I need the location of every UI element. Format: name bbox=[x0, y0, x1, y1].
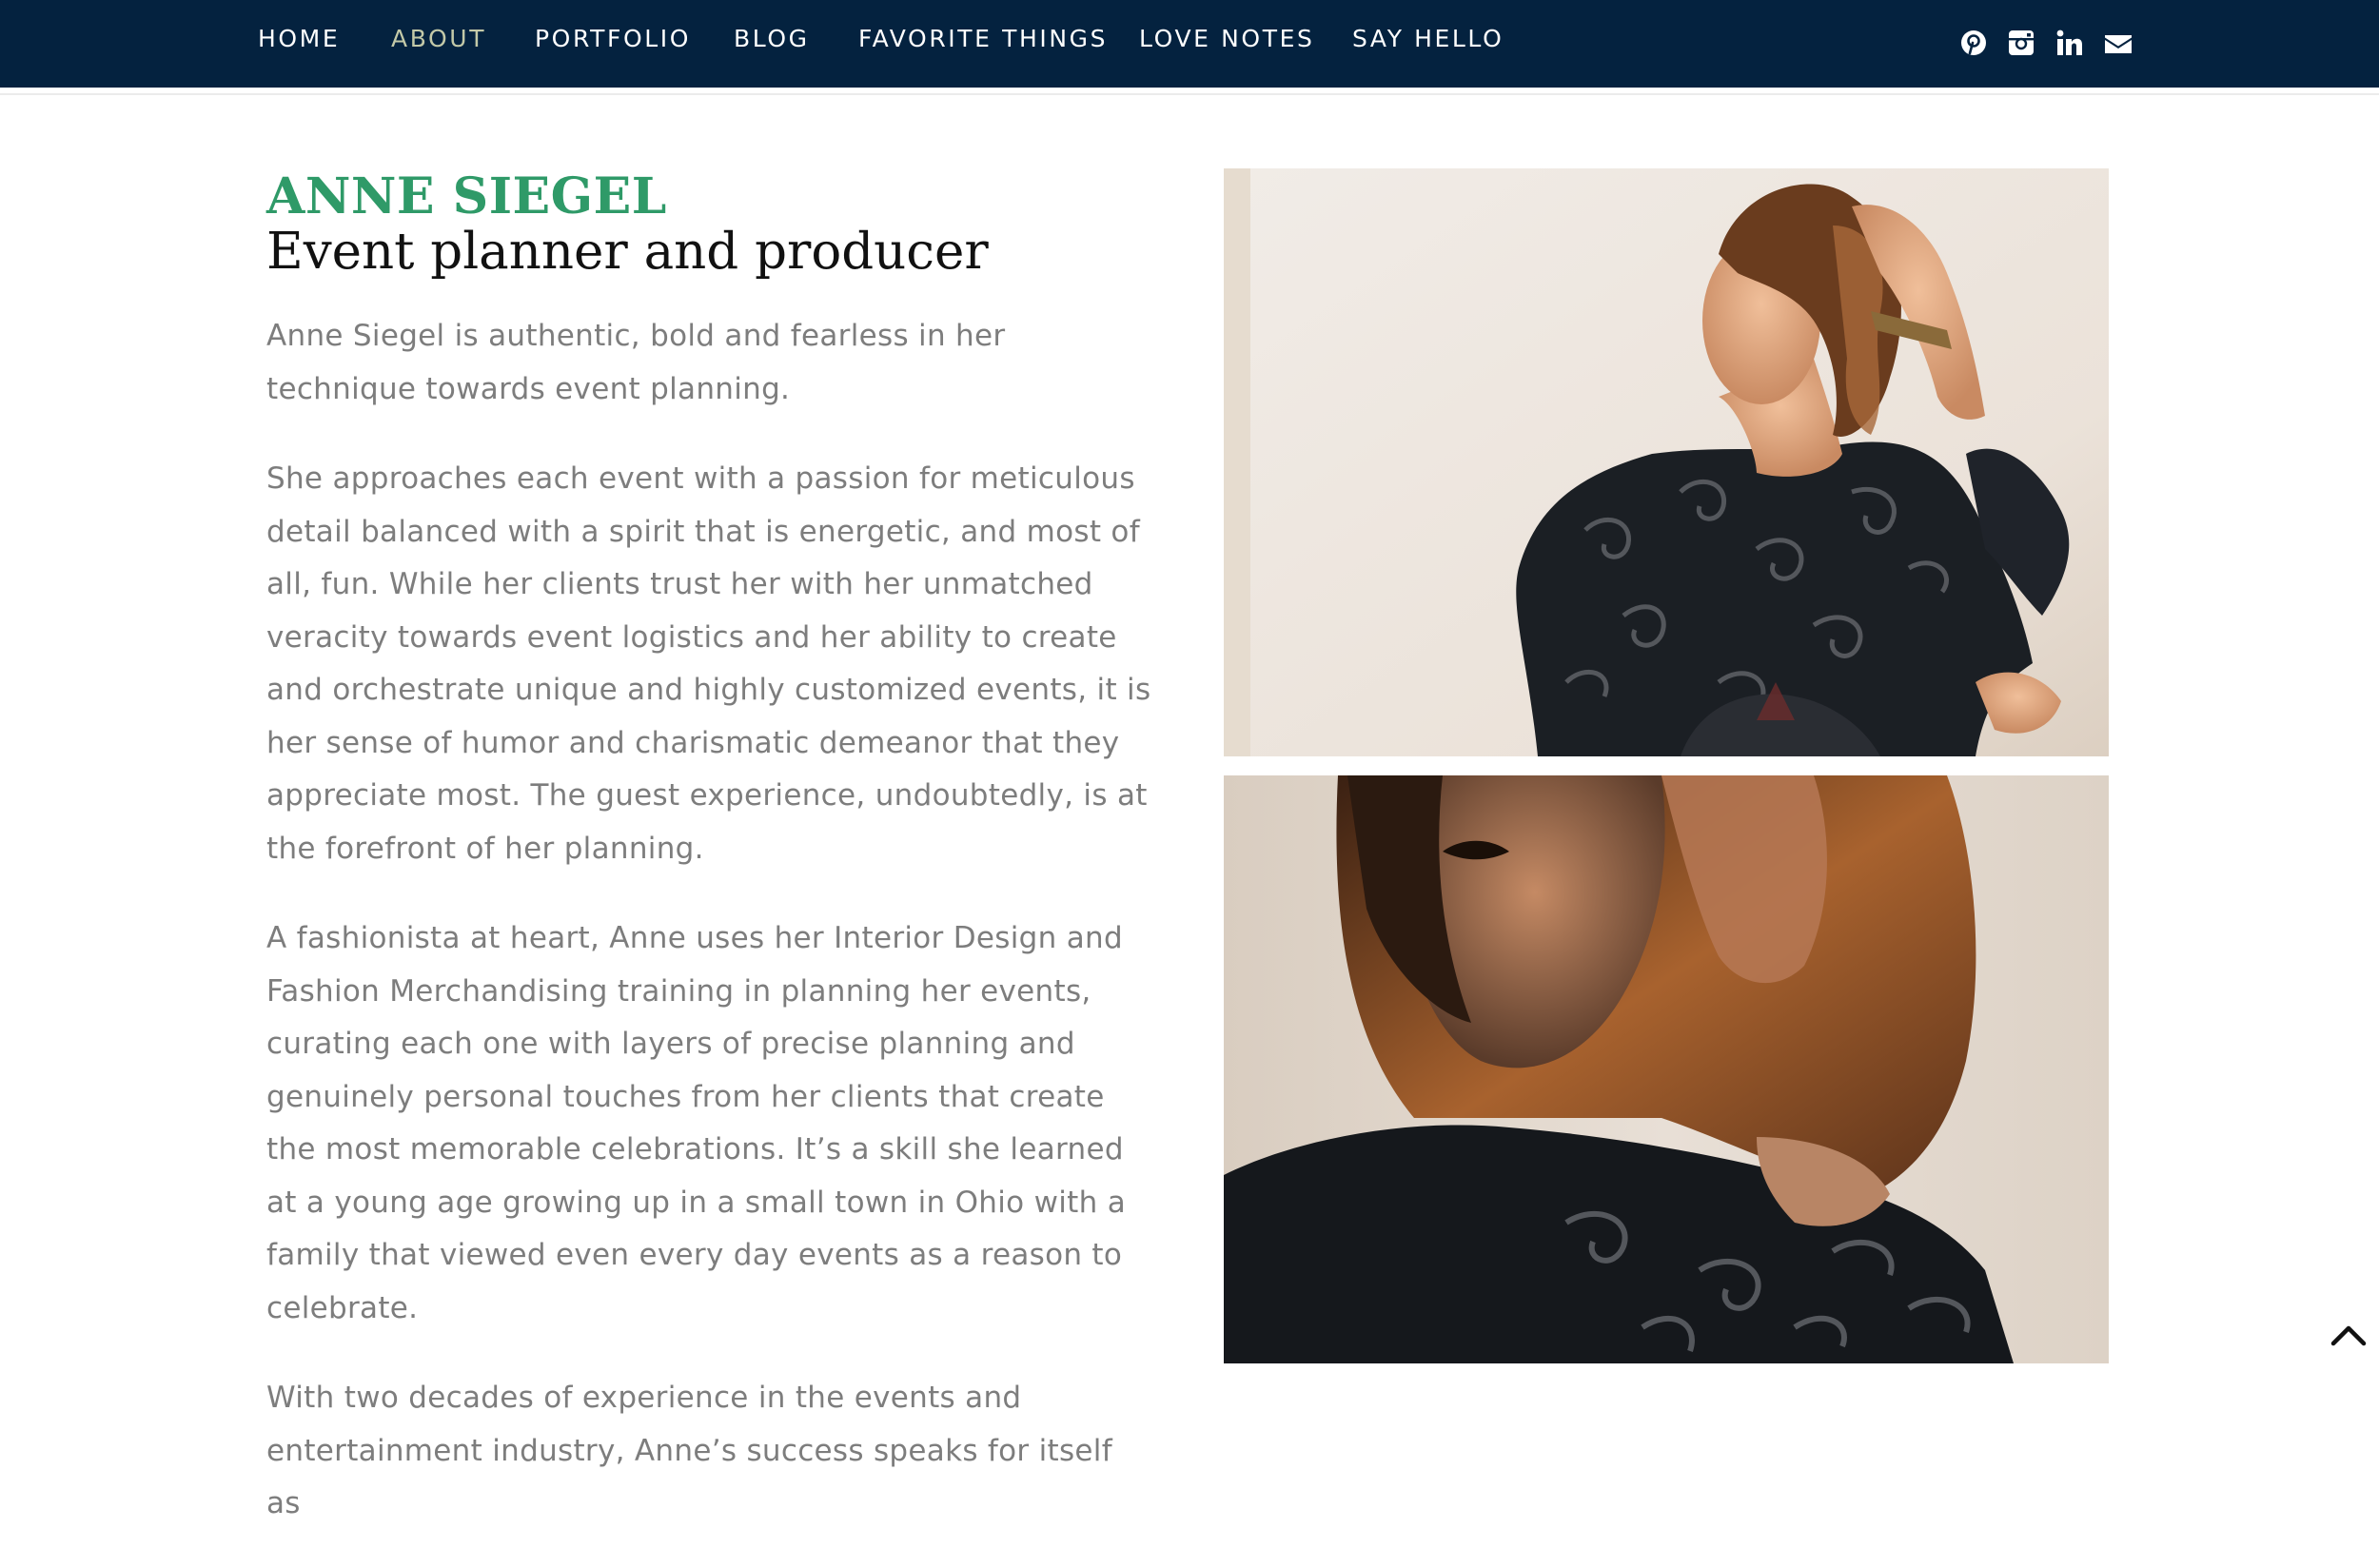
pinterest-icon[interactable] bbox=[1959, 29, 1988, 57]
nav-item-love-notes[interactable]: LOVE NOTES bbox=[1139, 25, 1314, 53]
bio-paragraph: With two decades of experience in the ev… bbox=[266, 1381, 1112, 1520]
instagram-icon[interactable] bbox=[2007, 29, 2035, 57]
bio-section: Anne Siegel is authentic, bold and fearl… bbox=[266, 310, 1151, 1568]
chevron-up-icon bbox=[2330, 1325, 2367, 1346]
header-divider bbox=[0, 93, 2379, 95]
email-icon[interactable] bbox=[2104, 29, 2133, 57]
bio-paragraph: A fashionista at heart, Anne uses her In… bbox=[266, 921, 1127, 1325]
bio-paragraph: Anne Siegel is authentic, bold and fearl… bbox=[266, 319, 1006, 406]
portrait-photo-looking-away bbox=[1224, 168, 2109, 756]
nav-item-about[interactable]: ABOUT bbox=[391, 25, 486, 53]
back-to-top-button[interactable] bbox=[2328, 1315, 2369, 1357]
nav-item-favorite-things[interactable]: FAVORITE THINGS bbox=[858, 25, 1108, 53]
nav-item-portfolio[interactable]: PORTFOLIO bbox=[535, 25, 691, 53]
bio-paragraph: She approaches each event with a passion… bbox=[266, 461, 1151, 866]
portrait-photo-over-shoulder bbox=[1224, 775, 2109, 1363]
top-navigation-bar: HOME ABOUT PORTFOLIO BLOG FAVORITE THING… bbox=[0, 0, 2379, 88]
nav-item-blog[interactable]: BLOG bbox=[734, 25, 810, 53]
nav-item-say-hello[interactable]: SAY HELLO bbox=[1352, 25, 1504, 53]
nav-item-home[interactable]: HOME bbox=[258, 25, 340, 53]
profile-name: ANNE SIEGEL bbox=[266, 167, 667, 225]
linkedin-icon[interactable] bbox=[2055, 29, 2084, 57]
profile-role: Event planner and producer bbox=[266, 223, 989, 281]
